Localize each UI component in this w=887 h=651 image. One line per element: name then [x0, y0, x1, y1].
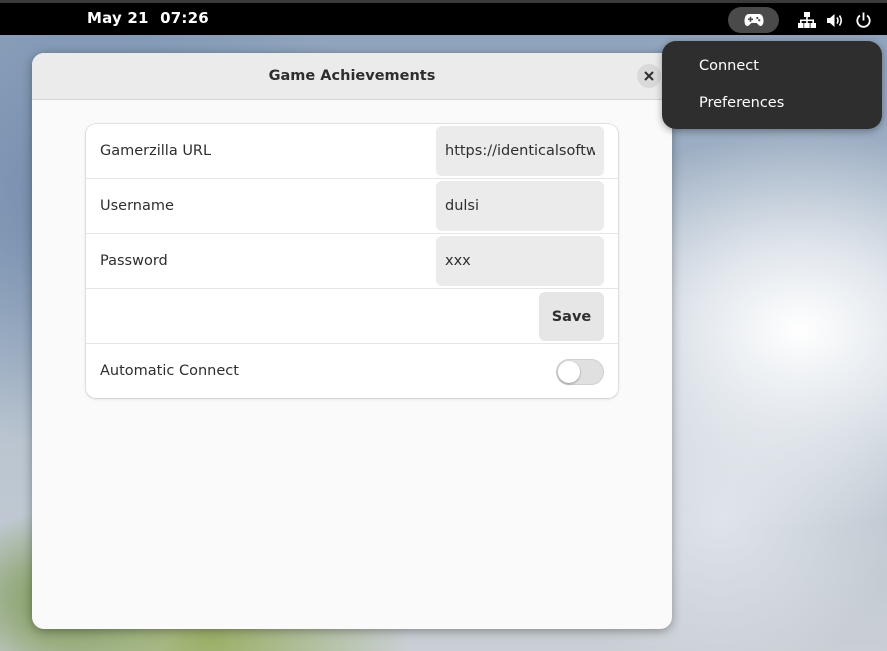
close-button[interactable] [637, 64, 661, 88]
gamerzilla-url-input[interactable] [436, 126, 604, 176]
gamerzilla-url-label: Gamerzilla URL [100, 143, 212, 159]
settings-list: Gamerzilla URL Username Password Save Au… [86, 124, 618, 398]
top-bar: May 21 07:26 [0, 0, 887, 35]
password-input[interactable] [436, 236, 604, 286]
game-achievements-window: Game Achievements Gamerzilla URL Usernam… [32, 53, 672, 629]
password-label: Password [100, 253, 168, 269]
username-label: Username [100, 198, 174, 214]
power-icon[interactable] [853, 10, 873, 30]
row-username: Username [86, 179, 618, 234]
date-time-menu[interactable]: May 21 07:26 [87, 9, 215, 27]
volume-icon[interactable] [825, 10, 845, 30]
automatic-connect-label: Automatic Connect [100, 363, 239, 379]
row-password: Password [86, 234, 618, 289]
time-label: 07:26 [160, 9, 209, 27]
row-gamerzilla-url: Gamerzilla URL [86, 124, 618, 179]
save-button[interactable]: Save [539, 292, 604, 341]
indicator-popup-menu: Connect Preferences [662, 41, 882, 129]
gamepad-icon [744, 14, 763, 26]
switch-knob [558, 361, 580, 383]
game-achievements-indicator[interactable] [728, 7, 779, 33]
close-icon [644, 71, 654, 81]
menu-item-preferences[interactable]: Preferences [699, 95, 784, 111]
network-wired-icon [798, 12, 816, 28]
network-wired-icon[interactable] [797, 10, 817, 30]
row-automatic-connect: Automatic Connect [86, 344, 618, 399]
window-title: Game Achievements [268, 68, 436, 84]
volume-icon [826, 13, 842, 27]
automatic-connect-switch[interactable] [556, 359, 604, 385]
menu-item-connect[interactable]: Connect [699, 58, 759, 74]
username-input[interactable] [436, 181, 604, 231]
header-bar: Game Achievements [32, 53, 672, 100]
row-save: Save [86, 289, 618, 344]
date-label: May 21 [87, 9, 149, 27]
power-icon [855, 12, 871, 28]
